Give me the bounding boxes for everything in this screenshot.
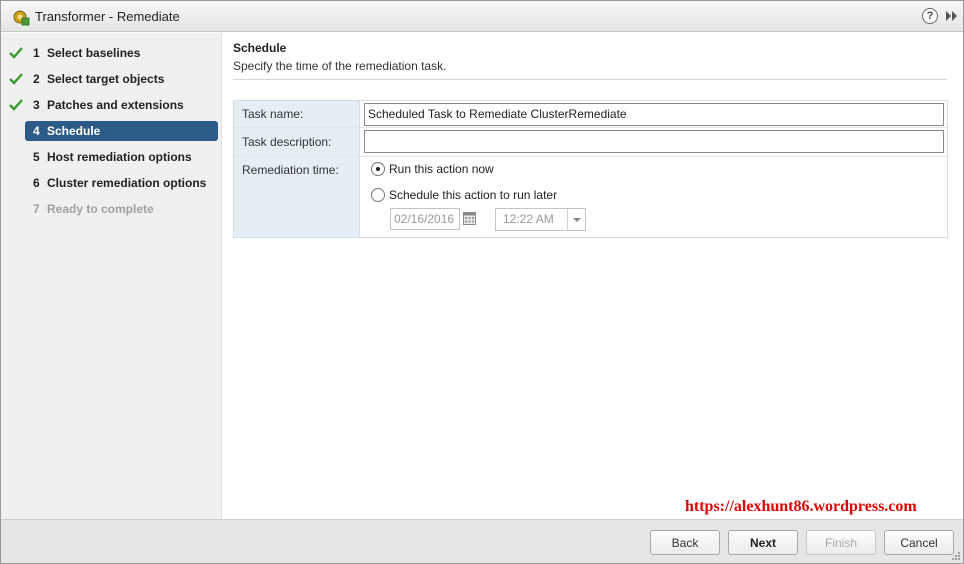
window-title: Transformer - Remediate — [35, 9, 180, 24]
wizard-content: Schedule Specify the time of the remedia… — [223, 33, 963, 519]
section-divider — [233, 79, 947, 80]
task-name-label: Task name: — [242, 107, 304, 121]
step-cluster-remediation-options[interactable]: 6 Cluster remediation options — [25, 173, 218, 193]
run-now-label[interactable]: Run this action now — [389, 162, 494, 176]
step-host-remediation-options[interactable]: 5 Host remediation options — [25, 147, 218, 167]
step-select-target-objects[interactable]: 2 Select target objects — [25, 69, 218, 89]
watermark-url: https://alexhunt86.wordpress.com — [685, 498, 917, 515]
step-select-baselines[interactable]: 1 Select baselines — [25, 43, 218, 63]
time-select[interactable]: 12:22 AM — [495, 208, 586, 231]
title-bar: Transformer - Remediate ? — [1, 1, 963, 32]
row-divider — [234, 127, 947, 128]
expand-icon[interactable] — [945, 10, 959, 22]
schedule-later-label[interactable]: Schedule this action to run later — [389, 188, 557, 202]
task-description-input[interactable] — [364, 130, 944, 153]
date-input[interactable]: 02/16/2016 — [390, 208, 460, 230]
step-ready-to-complete: 7 Ready to complete — [33, 202, 154, 216]
task-name-input[interactable]: Scheduled Task to Remediate ClusterRemed… — [364, 103, 944, 126]
check-icon — [9, 47, 23, 59]
section-title: Schedule — [233, 41, 287, 55]
row-divider — [234, 156, 947, 157]
step-schedule[interactable]: 4 Schedule — [25, 121, 218, 141]
step-patches-and-extensions[interactable]: 3 Patches and extensions — [25, 95, 218, 115]
schedule-later-radio[interactable] — [371, 188, 385, 202]
check-icon — [9, 73, 23, 85]
wizard-footer: Back Next Finish Cancel — [1, 519, 963, 563]
run-now-radio[interactable] — [371, 162, 385, 176]
remediate-wizard-window: Transformer - Remediate ? 1 Select basel… — [0, 0, 964, 564]
schedule-form: Task name: Scheduled Task to Remediate C… — [233, 100, 948, 238]
back-button[interactable]: Back — [650, 530, 720, 555]
task-description-label: Task description: — [242, 135, 332, 149]
help-icon[interactable]: ? — [922, 8, 938, 24]
section-description: Specify the time of the remediation task… — [233, 59, 447, 73]
next-button[interactable]: Next — [728, 530, 798, 555]
finish-button: Finish — [806, 530, 876, 555]
remediation-time-label: Remediation time: — [242, 163, 339, 177]
check-icon — [9, 99, 23, 111]
calendar-icon[interactable] — [463, 212, 476, 225]
cancel-button[interactable]: Cancel — [884, 530, 954, 555]
time-value: 12:22 AM — [503, 212, 554, 226]
wizard-steps-sidebar: 1 Select baselines 2 Select target objec… — [1, 33, 222, 519]
update-manager-icon — [13, 10, 30, 26]
resize-grip-icon[interactable] — [951, 551, 961, 561]
chevron-down-icon[interactable] — [567, 209, 585, 230]
